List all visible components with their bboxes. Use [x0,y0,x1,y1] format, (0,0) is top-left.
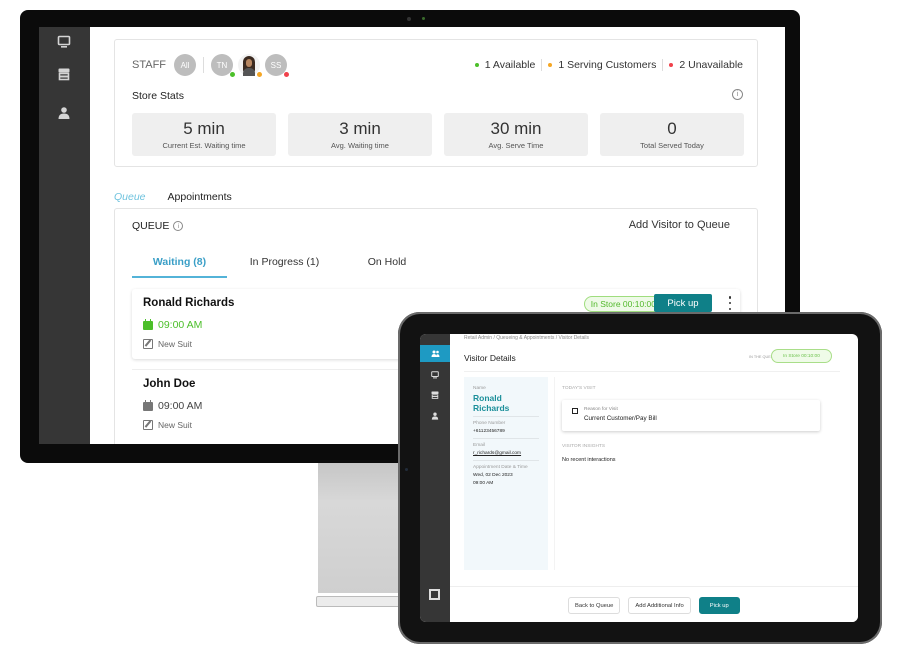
divider [203,57,205,73]
tab-on-hold[interactable]: On Hold [342,256,432,278]
legend-unavailable: 2 Unavailable [669,59,743,71]
breadcrumb[interactable]: Retail Admin / Queueing & Appointments /… [464,335,589,341]
stat-tile: 3 min Avg. Waiting time [288,113,432,156]
tablet-screen: Retail Admin / Queueing & Appointments /… [420,334,858,622]
people-icon[interactable] [420,345,450,362]
visitor-time: 09:00 AM [143,399,202,412]
info-icon[interactable]: i [173,221,184,231]
staff-filter: STAFF All TN SS [132,54,290,77]
status-dot-available [230,72,236,77]
edit-note-icon [143,339,153,349]
stats-tiles: 5 min Current Est. Waiting time 3 min Avg.… [132,113,744,156]
store-icon[interactable] [420,386,450,403]
desktop-sidebar [39,27,90,444]
visitor-time: 09:00 AM [143,318,202,331]
insights-value: No recent interactions [562,457,616,463]
monitor-icon[interactable] [420,366,450,383]
visitor-name: John Doe [143,378,196,390]
visitor-reason: New Suit [143,420,192,430]
monitor-stand [318,463,403,593]
stat-tile: 30 min Avg. Serve Time [444,113,588,156]
name-label: Name [473,386,486,391]
phone-label: Phone Number [473,421,506,426]
in-store-timer-badge: In Store 00:10:00 [771,349,832,363]
tablet-camera [405,468,408,471]
todays-visit-label: TODAY'S VISIT [562,386,596,391]
calendar-icon [143,318,153,330]
store-stats-title: Store Stats [132,90,184,102]
tab-in-progress[interactable]: In Progress (1) [227,256,342,278]
edit-note-icon [572,408,578,414]
device-showcase: STAFF All TN SS 1 Available 1 Serving Cu… [0,0,899,661]
back-to-queue-button[interactable]: Back to Queue [568,597,621,614]
visitor-reason: New Suit [143,339,192,349]
page-title: Visitor Details [464,353,516,363]
legend-serving: 1 Serving Customers [548,59,656,71]
store-stats-card: STAFF All TN SS 1 Available 1 Serving Cu… [114,39,758,167]
divider [464,371,840,372]
user-icon[interactable] [420,407,450,424]
staff-avatar-photo[interactable] [238,54,263,77]
status-dot-unavailable [284,72,290,77]
legend-available: 1 Available [474,59,535,71]
appointment-label: Appointment Date & Time [473,465,528,471]
stat-tile: 0 Total Served Today [600,113,744,156]
tablet-device: Retail Admin / Queueing & Appointments /… [398,312,882,644]
pickup-button[interactable]: Pick up [698,597,740,614]
staff-avatar-tn[interactable]: TN [211,54,236,77]
monitor-stand-base [316,596,406,607]
reason-label: Reason for Visit [584,407,618,412]
staff-label: STAFF [132,59,167,71]
reason-value: Current Customer/Pay Bill [584,415,657,422]
stat-tile: 5 min Current Est. Waiting time [132,113,276,156]
info-icon[interactable]: i [732,89,743,100]
main-tabs: Queue Appointments [114,191,232,203]
add-visitor-button[interactable]: Add Visitor to Queue [629,219,730,231]
queue-title: QUEUE i [132,220,184,232]
visitor-phone: +61123456789 [473,429,505,434]
visitor-name: Ronald Richards [143,297,235,309]
insights-label: VISITOR INSIGHTS [562,444,606,449]
tablet-sidebar [420,334,450,622]
staff-filter-all[interactable]: All [174,54,197,76]
divider [554,377,555,570]
footer-actions: Back to Queue Add Additional Info Pick u… [450,586,858,622]
calendar-icon [143,399,153,411]
visitor-info-panel: Name Ronald Richards Phone Number +61123… [464,377,548,570]
status-dot-serving [257,72,263,77]
edit-note-icon [143,420,153,430]
monitor-icon[interactable] [57,35,71,49]
tablet-main: Retail Admin / Queueing & Appointments /… [450,334,858,622]
staff-status-legend: 1 Available 1 Serving Customers 2 Unavai… [474,59,743,71]
email-label: Email [473,443,485,449]
appointment-date: Wed, 02 Dec 2023 [473,473,513,479]
staff-avatar-ss[interactable]: SS [265,54,290,77]
store-icon[interactable] [57,67,71,81]
visitor-name: Ronald Richards [473,393,510,413]
visit-details: TODAY'S VISIT Reason for Visit Current C… [562,377,848,463]
queue-status-tabs: Waiting (8) In Progress (1) On Hold [132,256,432,278]
user-icon[interactable] [57,106,71,120]
home-square-icon[interactable] [429,589,440,600]
tab-queue[interactable]: Queue [114,191,146,203]
visitor-email-link[interactable]: r_richards@gmail.com [473,450,539,457]
appointment-time: 09:00 AM [473,480,494,486]
pickup-button[interactable]: Pick up [654,294,712,312]
reason-card: Reason for Visit Current Customer/Pay Bi… [562,400,820,431]
tab-waiting[interactable]: Waiting (8) [132,256,227,278]
more-options-icon[interactable] [728,296,732,310]
tab-appointments[interactable]: Appointments [168,191,232,203]
add-info-button[interactable]: Add Additional Info [628,597,691,614]
monitor-camera [407,17,447,23]
in-store-timer-badge: In Store 00:10:00 [583,296,663,312]
